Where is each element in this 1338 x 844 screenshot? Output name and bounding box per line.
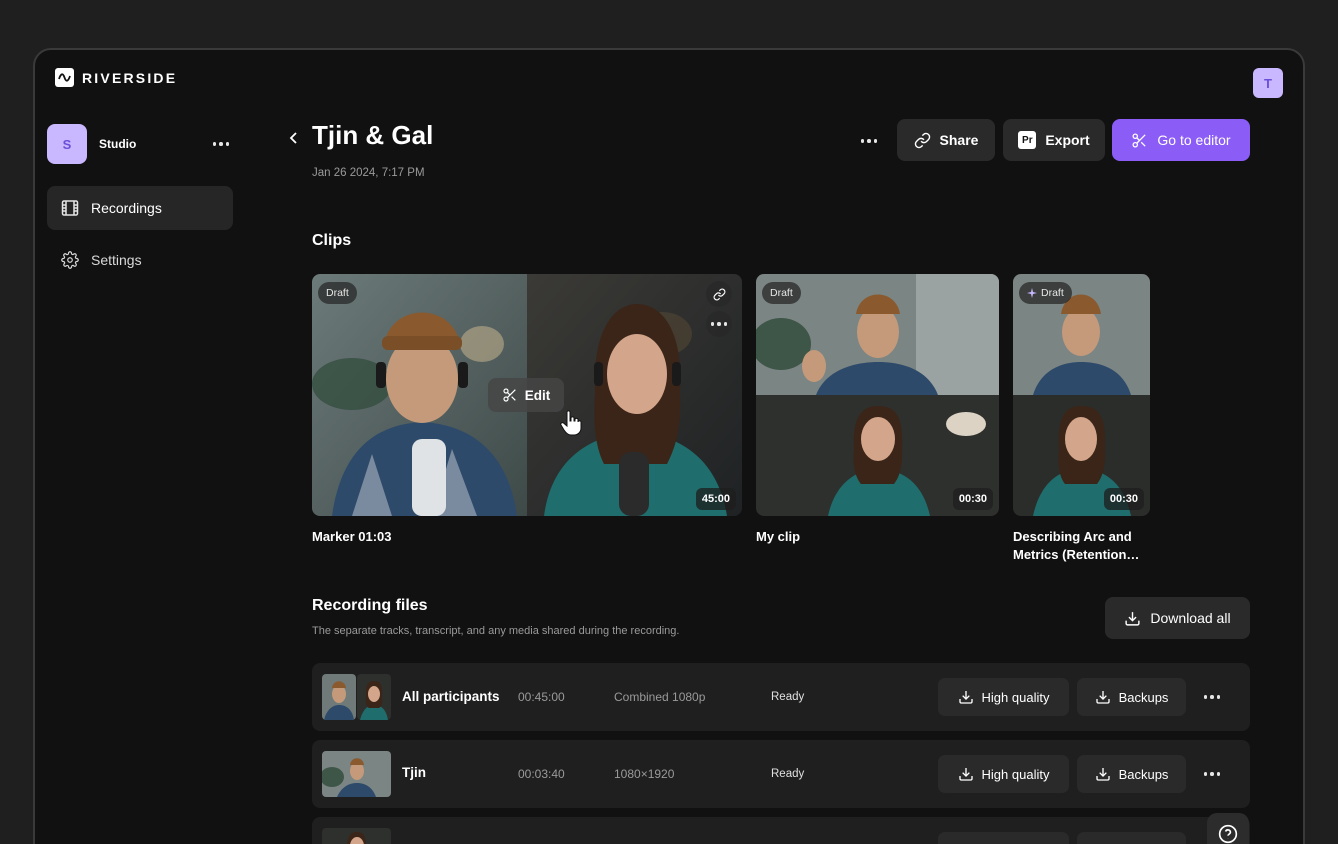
more-horizontal-icon (860, 139, 878, 143)
workspace-switcher[interactable]: S Studio (47, 124, 233, 164)
more-options-button[interactable] (855, 130, 883, 152)
row-more-button[interactable] (1198, 764, 1226, 784)
row-more-button[interactable] (1198, 687, 1226, 707)
share-label: Share (939, 132, 979, 148)
row-thumbnails (322, 674, 391, 720)
table-row[interactable] (312, 817, 1250, 844)
clip-card[interactable]: Draft 00:30 (756, 274, 999, 516)
download-icon (1125, 611, 1140, 626)
track-resolution: Combined 1080p (614, 690, 706, 704)
sidebar-item-settings[interactable]: Settings (47, 238, 233, 282)
track-name: All participants (402, 689, 500, 704)
clip-status-badge: Draft (318, 282, 357, 304)
sidebar-item-recordings[interactable]: Recordings (47, 186, 233, 230)
high-quality-download-button[interactable]: High quality (938, 755, 1069, 793)
scissors-icon (503, 388, 516, 402)
clip-duration: 00:30 (1103, 488, 1144, 510)
link-icon (713, 288, 725, 300)
clip-more-button[interactable] (706, 311, 732, 337)
clip-title[interactable]: Describing Arc and Metrics (Retention… (1013, 528, 1153, 564)
sidebar-item-label: Settings (91, 252, 142, 268)
workspace-more-button[interactable] (209, 134, 233, 154)
high-quality-download-button[interactable]: High quality (938, 678, 1069, 716)
user-avatar[interactable]: T (1253, 68, 1283, 98)
participant-thumbnail (322, 828, 391, 844)
track-resolution: 1080×1920 (614, 767, 675, 781)
download-all-label: Download all (1150, 610, 1231, 626)
recording-date: Jan 26 2024, 7:17 PM (312, 167, 425, 179)
backups-download-button[interactable] (1077, 832, 1186, 844)
row-thumbnails (322, 751, 391, 797)
table-row[interactable]: All participants 00:45:00 Combined 1080p… (312, 663, 1250, 731)
backups-download-button[interactable]: Backups (1077, 678, 1186, 716)
recording-files-description: The separate tracks, transcript, and any… (312, 625, 680, 637)
sparkle-icon (1027, 288, 1037, 298)
clip-title[interactable]: My clip (756, 528, 800, 546)
brand-logo[interactable]: RIVERSIDE (55, 68, 177, 87)
logo-wave-icon (55, 68, 74, 87)
track-status: Ready (771, 768, 805, 780)
sidebar-item-label: Recordings (91, 200, 162, 216)
help-button[interactable] (1207, 813, 1249, 844)
clip-title[interactable]: Marker 01:03 (312, 528, 392, 546)
clip-duration: 45:00 (695, 488, 736, 510)
workspace-avatar: S (47, 124, 87, 164)
track-duration: 00:03:40 (518, 767, 565, 781)
download-icon (958, 768, 973, 781)
go-to-editor-label: Go to editor (1157, 132, 1231, 148)
download-icon (958, 691, 973, 704)
participant-thumbnail (322, 751, 391, 797)
more-horizontal-icon (212, 142, 230, 146)
download-all-button[interactable]: Download all (1105, 597, 1250, 639)
clip-status-badge: Draft (762, 282, 801, 304)
app-window: RIVERSIDE T S Studio Recordings Settings… (33, 48, 1305, 844)
more-horizontal-icon (1203, 695, 1221, 699)
download-icon (1095, 691, 1110, 704)
export-label: Export (1045, 132, 1090, 148)
share-button[interactable]: Share (897, 119, 995, 161)
more-horizontal-icon (710, 322, 728, 326)
download-icon (1095, 768, 1110, 781)
clip-thumbnail (756, 274, 999, 516)
track-name: Tjin (402, 765, 426, 780)
edit-label: Edit (524, 387, 551, 403)
film-icon (61, 200, 79, 216)
back-button[interactable] (283, 126, 303, 150)
clips-heading: Clips (312, 232, 352, 249)
table-row[interactable]: Tjin 00:03:40 1080×1920 Ready High quali… (312, 740, 1250, 808)
brand-name: RIVERSIDE (82, 69, 178, 86)
hand-pointer-icon (560, 410, 582, 436)
gear-icon (61, 251, 79, 269)
go-to-editor-button[interactable]: Go to editor (1112, 119, 1250, 161)
participant-thumbnail (357, 674, 391, 720)
premiere-pro-icon: Pr (1018, 131, 1037, 149)
page-title: Tjin & Gal (312, 120, 434, 150)
chevron-left-icon (289, 132, 297, 144)
clip-duration: 00:30 (952, 488, 993, 510)
export-button[interactable]: Pr Export (1003, 119, 1105, 161)
link-icon (914, 132, 930, 148)
participant-thumbnail (322, 674, 356, 720)
clip-thumbnail (1013, 274, 1150, 516)
track-status: Ready (771, 691, 805, 703)
help-icon (1218, 824, 1238, 844)
scissors-icon (1132, 132, 1147, 148)
recording-files-heading: Recording files (312, 597, 428, 614)
clip-status-badge: Draft (1019, 282, 1072, 304)
edit-clip-button[interactable]: Edit (488, 378, 564, 412)
backups-download-button[interactable]: Backups (1077, 755, 1186, 793)
row-thumbnails (322, 828, 391, 844)
more-horizontal-icon (1203, 772, 1221, 776)
clip-card[interactable]: Draft Edit 45:00 (312, 274, 742, 516)
high-quality-download-button[interactable] (938, 832, 1069, 844)
clip-card[interactable]: Draft 00:30 (1013, 274, 1150, 516)
copy-link-button[interactable] (706, 281, 732, 307)
track-duration: 00:45:00 (518, 690, 565, 704)
workspace-name: Studio (99, 137, 137, 151)
